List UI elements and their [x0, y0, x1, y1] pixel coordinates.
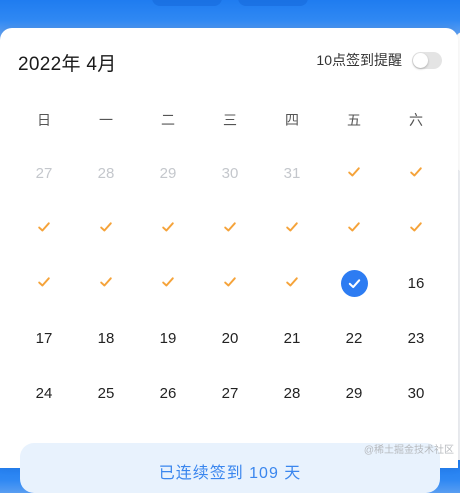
- day-cell-5[interactable]: [137, 201, 199, 256]
- weekday-wed: 三: [223, 112, 237, 128]
- calendar-week-row: [13, 201, 447, 256]
- reminder-setting: 10点签到提醒: [316, 50, 442, 70]
- month-title: 2022年 4月: [18, 54, 117, 75]
- day-number: 20: [221, 330, 239, 347]
- day-number: 16: [407, 275, 425, 292]
- checkmark-icon: [347, 220, 361, 238]
- day-cell-prev-31[interactable]: 31: [261, 146, 323, 201]
- day-number: 24: [35, 385, 53, 402]
- day-cell-2[interactable]: [385, 146, 447, 201]
- day-cell-15[interactable]: [323, 256, 385, 311]
- weekday-sun: 日: [37, 112, 51, 128]
- check-circle-icon: [340, 270, 368, 297]
- day-cell-24[interactable]: 24: [13, 366, 75, 421]
- checkmark-icon: [409, 165, 423, 183]
- checkmark-icon: [99, 275, 113, 293]
- day-number: 30: [221, 165, 239, 182]
- watermark: @稀土掘金技术社区: [363, 445, 454, 456]
- reminder-toggle[interactable]: [412, 51, 442, 69]
- weekday-mon: 一: [99, 112, 113, 128]
- day-cell-1[interactable]: [323, 146, 385, 201]
- day-number: 17: [35, 330, 53, 347]
- day-cell-prev-30[interactable]: 30: [199, 146, 261, 201]
- checkmark-icon: [347, 165, 361, 183]
- calendar-grid: 27 28 29 30 31 16 17 18 19 20 21 22 23 24 25 26 27 28 29 30: [13, 146, 447, 421]
- day-number: 29: [159, 165, 177, 182]
- day-number: 28: [283, 385, 301, 402]
- top-tab-left[interactable]: [152, 0, 222, 6]
- checkmark-icon: [37, 220, 51, 238]
- day-cell-22[interactable]: 22: [323, 311, 385, 366]
- day-cell-17[interactable]: 17: [13, 311, 75, 366]
- day-cell-18[interactable]: 18: [75, 311, 137, 366]
- checkmark-icon: [409, 220, 423, 238]
- calendar-week-row: 17 18 19 20 21 22 23: [13, 311, 447, 366]
- day-number: 18: [97, 330, 115, 347]
- day-number: 27: [35, 165, 53, 182]
- day-cell-4[interactable]: [75, 201, 137, 256]
- checkmark-icon: [285, 275, 299, 293]
- calendar-card: 2022年 4月 10点签到提醒 日 一 二 三 四 五 六 27 28 29 30 3…: [0, 28, 458, 493]
- day-cell-8[interactable]: [323, 201, 385, 256]
- weekday-tue: 二: [161, 112, 175, 128]
- day-cell-16[interactable]: 16: [385, 256, 447, 311]
- day-cell-prev-29[interactable]: 29: [137, 146, 199, 201]
- day-number: 27: [221, 385, 239, 402]
- checkmark-icon: [161, 275, 175, 293]
- weekday-header: 日 一 二 三 四 五 六: [13, 110, 447, 130]
- toggle-knob: [413, 52, 428, 68]
- day-cell-25[interactable]: 25: [75, 366, 137, 421]
- checkmark-icon: [223, 220, 237, 238]
- day-number: 28: [97, 165, 115, 182]
- calendar-week-row: 16: [13, 256, 447, 311]
- day-cell-3[interactable]: [13, 201, 75, 256]
- day-cell-21[interactable]: 21: [261, 311, 323, 366]
- calendar-week-row: 24 25 26 27 28 29 30: [13, 366, 447, 421]
- checkmark-icon: [37, 275, 51, 293]
- day-cell-30[interactable]: 30: [385, 366, 447, 421]
- day-number: 23: [407, 330, 425, 347]
- calendar-week-row: 27 28 29 30 31: [13, 146, 447, 201]
- day-cell-prev-28[interactable]: 28: [75, 146, 137, 201]
- day-cell-20[interactable]: 20: [199, 311, 261, 366]
- checkmark-icon: [99, 220, 113, 238]
- day-cell-14[interactable]: [261, 256, 323, 311]
- day-cell-6[interactable]: [199, 201, 261, 256]
- day-number: 21: [283, 330, 301, 347]
- day-cell-9[interactable]: [385, 201, 447, 256]
- day-cell-26[interactable]: 26: [137, 366, 199, 421]
- day-number: 26: [159, 385, 177, 402]
- day-number: 19: [159, 330, 177, 347]
- day-number: 25: [97, 385, 115, 402]
- day-cell-28[interactable]: 28: [261, 366, 323, 421]
- day-number: 29: [345, 385, 363, 402]
- day-cell-29[interactable]: 29: [323, 366, 385, 421]
- day-cell-7[interactable]: [261, 201, 323, 256]
- checkmark-icon: [161, 220, 175, 238]
- weekday-fri: 五: [347, 112, 361, 128]
- day-cell-19[interactable]: 19: [137, 311, 199, 366]
- checkmark-icon: [223, 275, 237, 293]
- weekday-thu: 四: [285, 112, 299, 128]
- checkmark-icon: [285, 220, 299, 238]
- day-number: 30: [407, 385, 425, 402]
- day-cell-11[interactable]: [75, 256, 137, 311]
- day-cell-10[interactable]: [13, 256, 75, 311]
- day-cell-12[interactable]: [137, 256, 199, 311]
- day-cell-23[interactable]: 23: [385, 311, 447, 366]
- streak-text: 已连续签到 109 天: [158, 465, 302, 482]
- reminder-label: 10点签到提醒: [316, 52, 402, 68]
- day-cell-13[interactable]: [199, 256, 261, 311]
- day-cell-27[interactable]: 27: [199, 366, 261, 421]
- day-cell-prev-27[interactable]: 27: [13, 146, 75, 201]
- top-tab-right[interactable]: [238, 0, 308, 6]
- weekday-sat: 六: [409, 112, 423, 128]
- day-number: 31: [283, 165, 301, 182]
- day-number: 22: [345, 330, 363, 347]
